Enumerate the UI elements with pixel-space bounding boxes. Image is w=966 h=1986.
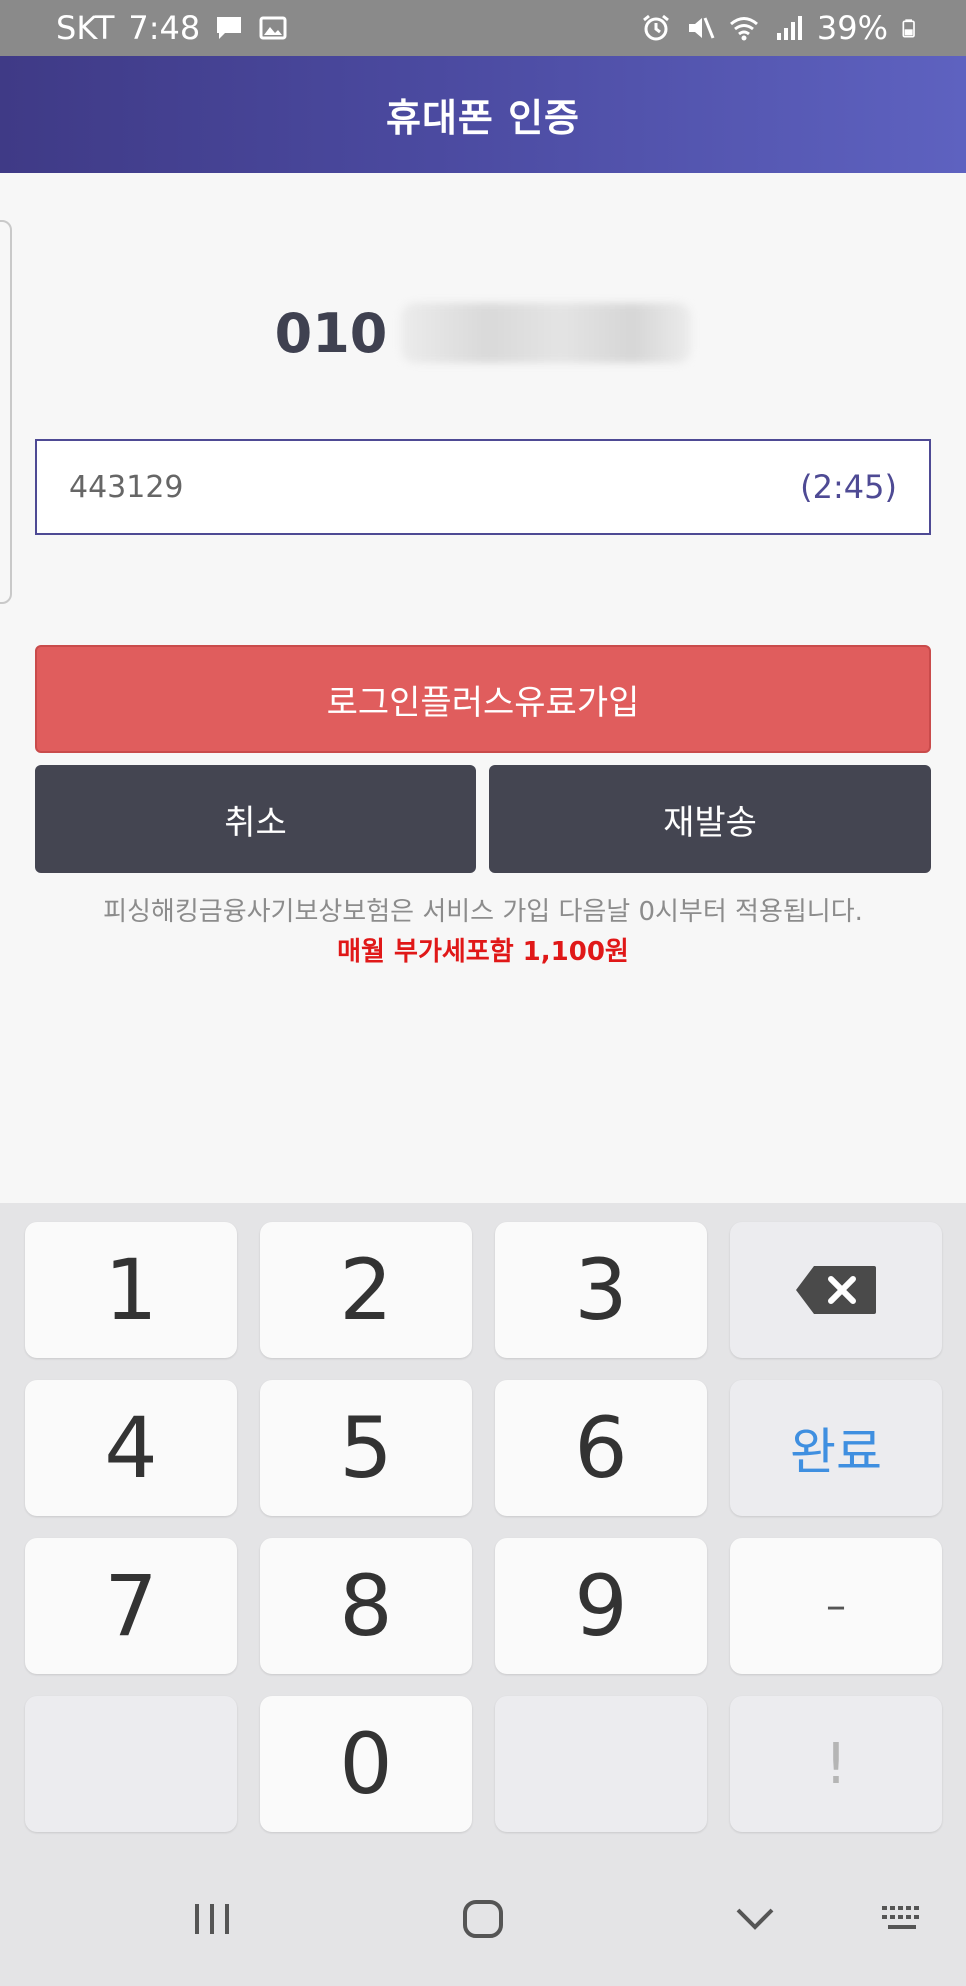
chevron-down-icon[interactable] — [734, 1894, 776, 1944]
signal-icon — [776, 16, 802, 40]
page-title: 휴대폰 인증 — [385, 96, 581, 140]
phone-number-display: 010 — [0, 283, 966, 383]
verification-code-input[interactable]: 443129 (2:45) — [35, 439, 931, 535]
key-9[interactable]: 9 — [495, 1538, 707, 1674]
key-7[interactable]: 7 — [25, 1538, 237, 1674]
dash-key[interactable]: – — [730, 1538, 942, 1674]
side-card-edge — [0, 220, 12, 604]
battery-percent: 39% — [816, 9, 888, 47]
status-left: SKT 7:48 — [56, 9, 288, 47]
carrier-label: SKT — [56, 9, 115, 47]
phone-prefix: 010 — [274, 301, 388, 365]
wifi-icon — [729, 17, 758, 41]
countdown-timer: (2:45) — [800, 468, 897, 506]
key-4[interactable]: 4 — [25, 1380, 237, 1516]
verification-content: 010 443129 (2:45) 로그인플러스유료가입 취소 재발송 피싱해킹… — [0, 173, 966, 1203]
key-1[interactable]: 1 — [25, 1222, 237, 1358]
status-bar: SKT 7:48 39% — [0, 0, 966, 56]
backspace-key[interactable] — [730, 1222, 942, 1358]
key-6[interactable]: 6 — [495, 1380, 707, 1516]
status-right: 39% — [641, 9, 922, 47]
screen: SKT 7:48 39% 휴대폰 인증 010 443129 (2:45) 로그… — [0, 0, 966, 1986]
gallery-icon — [259, 16, 287, 40]
phone-number-redacted — [401, 303, 692, 363]
clock: 7:48 — [128, 9, 201, 47]
key-5[interactable]: 5 — [260, 1380, 472, 1516]
backspace-icon — [796, 1266, 876, 1314]
insurance-notice: 피싱해킹금융사기보상보험은 서비스 가입 다음날 0시부터 적용됩니다. — [103, 897, 863, 927]
subscribe-button[interactable]: 로그인플러스유료가입 — [35, 645, 931, 753]
key-2[interactable]: 2 — [260, 1222, 472, 1358]
numeric-keypad: 1 2 3 4 5 6 완료 7 8 9 – 0 ! — [0, 1203, 966, 1856]
empty-key-middle — [495, 1696, 707, 1832]
key-0[interactable]: 0 — [260, 1696, 472, 1832]
alarm-icon — [642, 14, 669, 41]
key-8[interactable]: 8 — [260, 1538, 472, 1674]
system-nav-bar — [0, 1856, 966, 1986]
battery-icon — [902, 19, 915, 38]
keyboard-icon[interactable] — [880, 1894, 926, 1944]
message-icon — [217, 17, 242, 39]
app-header: 휴대폰 인증 — [0, 56, 966, 173]
mute-icon — [688, 17, 715, 39]
resend-button[interactable]: 재발송 — [489, 765, 931, 873]
recent-apps-icon[interactable] — [192, 1894, 232, 1944]
exclaim-key[interactable]: ! — [730, 1696, 942, 1832]
home-icon[interactable] — [460, 1894, 506, 1944]
verification-code-value[interactable]: 443129 — [69, 470, 184, 505]
key-3[interactable]: 3 — [495, 1222, 707, 1358]
monthly-price: 매월 부가세포함 1,100원 — [337, 937, 629, 967]
done-key[interactable]: 완료 — [730, 1380, 942, 1516]
empty-key-left — [25, 1696, 237, 1832]
cancel-button[interactable]: 취소 — [35, 765, 476, 873]
